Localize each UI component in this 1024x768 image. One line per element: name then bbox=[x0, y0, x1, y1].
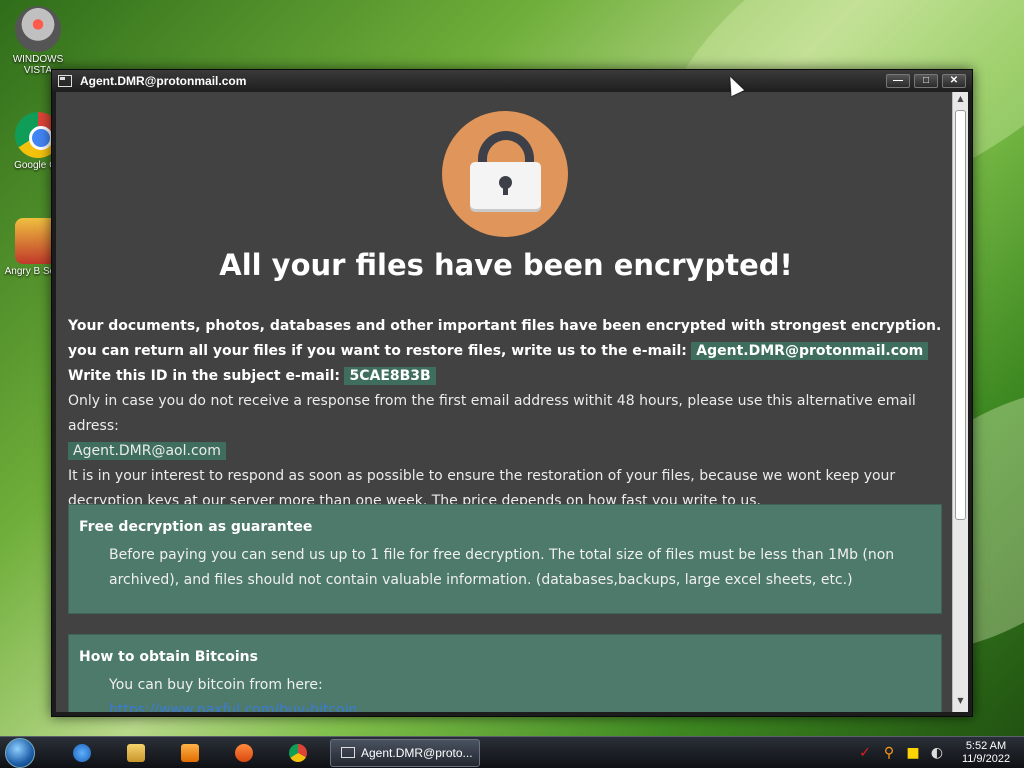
panel-title: How to obtain Bitcoins bbox=[79, 649, 258, 665]
window-app-icon bbox=[58, 75, 72, 87]
media-player-icon bbox=[181, 743, 199, 762]
folder-icon bbox=[127, 743, 145, 762]
panel-body: You can buy bitcoin from here: bbox=[109, 677, 323, 693]
chrome-taskbar-button[interactable] bbox=[274, 739, 322, 767]
free-decryption-panel: Free decryption as guarantee Before payi… bbox=[68, 504, 942, 614]
minimize-button[interactable]: — bbox=[886, 74, 910, 88]
maximize-button[interactable]: □ bbox=[914, 74, 938, 88]
scroll-down-icon[interactable]: ▼ bbox=[953, 696, 968, 710]
taskbar-window-button[interactable]: Agent.DMR@proto... bbox=[330, 738, 480, 767]
alt-email[interactable]: Agent.DMR@aol.com bbox=[68, 442, 226, 460]
start-button[interactable] bbox=[0, 737, 40, 768]
window-title: Agent.DMR@protonmail.com bbox=[80, 74, 247, 88]
search-icon[interactable]: ⚲ bbox=[880, 744, 898, 762]
window-app-icon bbox=[341, 747, 355, 758]
explorer-button[interactable] bbox=[112, 739, 160, 767]
ransom-window: Agent.DMR@protonmail.com — □ ✕ All your … bbox=[51, 69, 973, 717]
system-tray: ✓ ⚲ ■ ◐ 5:52 AM 11/9/2022 bbox=[856, 740, 1024, 766]
panel-title: Free decryption as guarantee bbox=[79, 519, 313, 535]
internet-explorer-icon bbox=[73, 743, 91, 762]
system-clock[interactable]: 5:52 AM 11/9/2022 bbox=[960, 740, 1012, 766]
scroll-thumb[interactable] bbox=[955, 110, 966, 520]
ransom-instructions: Your documents, photos, databases and ot… bbox=[68, 314, 946, 514]
id-label: Write this ID in the subject e-mail: bbox=[68, 368, 341, 384]
alt-email-text: Only in case you do not receive a respon… bbox=[68, 393, 916, 434]
taskbar-window-label: Agent.DMR@proto... bbox=[361, 745, 473, 760]
internet-explorer-button[interactable] bbox=[58, 739, 106, 767]
app-icon bbox=[235, 743, 253, 762]
taskbar: Agent.DMR@proto... ✓ ⚲ ■ ◐ 5:52 AM 11/9/… bbox=[0, 736, 1024, 768]
close-button[interactable]: ✕ bbox=[942, 74, 966, 88]
bitcoin-panel: How to obtain Bitcoins You can buy bitco… bbox=[68, 634, 942, 712]
quick-launch bbox=[58, 739, 322, 767]
victim-id[interactable]: 5CAE8B3B bbox=[344, 367, 436, 385]
clock-date: 11/9/2022 bbox=[961, 752, 1011, 765]
media-player-button[interactable] bbox=[166, 739, 214, 767]
window-titlebar[interactable]: Agent.DMR@protonmail.com — □ ✕ bbox=[52, 70, 972, 92]
clock-time: 5:52 AM bbox=[965, 739, 1007, 752]
app-button[interactable] bbox=[220, 739, 268, 767]
scroll-up-icon[interactable]: ▲ bbox=[953, 94, 968, 108]
ransom-content: All your files have been encrypted! Your… bbox=[56, 92, 968, 712]
chrome-icon bbox=[289, 743, 307, 762]
antivirus-check-icon[interactable]: ✓ bbox=[856, 744, 874, 762]
windows-orb-icon bbox=[5, 737, 35, 768]
vertical-scrollbar[interactable]: ▲ ▼ bbox=[952, 92, 968, 712]
ransom-headline: All your files have been encrypted! bbox=[219, 248, 793, 282]
padlock-icon bbox=[442, 111, 568, 237]
panel-body: Before paying you can send us up to 1 fi… bbox=[109, 547, 895, 588]
bitcoin-link[interactable]: https://www.paxful.com/buy-bitcoin bbox=[109, 702, 357, 712]
primary-email[interactable]: Agent.DMR@protonmail.com bbox=[691, 342, 929, 360]
notification-flag-icon[interactable]: ■ bbox=[904, 744, 922, 762]
windows-vista-icon bbox=[15, 6, 61, 52]
volume-icon[interactable]: ◐ bbox=[928, 744, 946, 762]
desktop-icon-windows-vista[interactable]: WINDOWS VISTA bbox=[0, 6, 76, 76]
